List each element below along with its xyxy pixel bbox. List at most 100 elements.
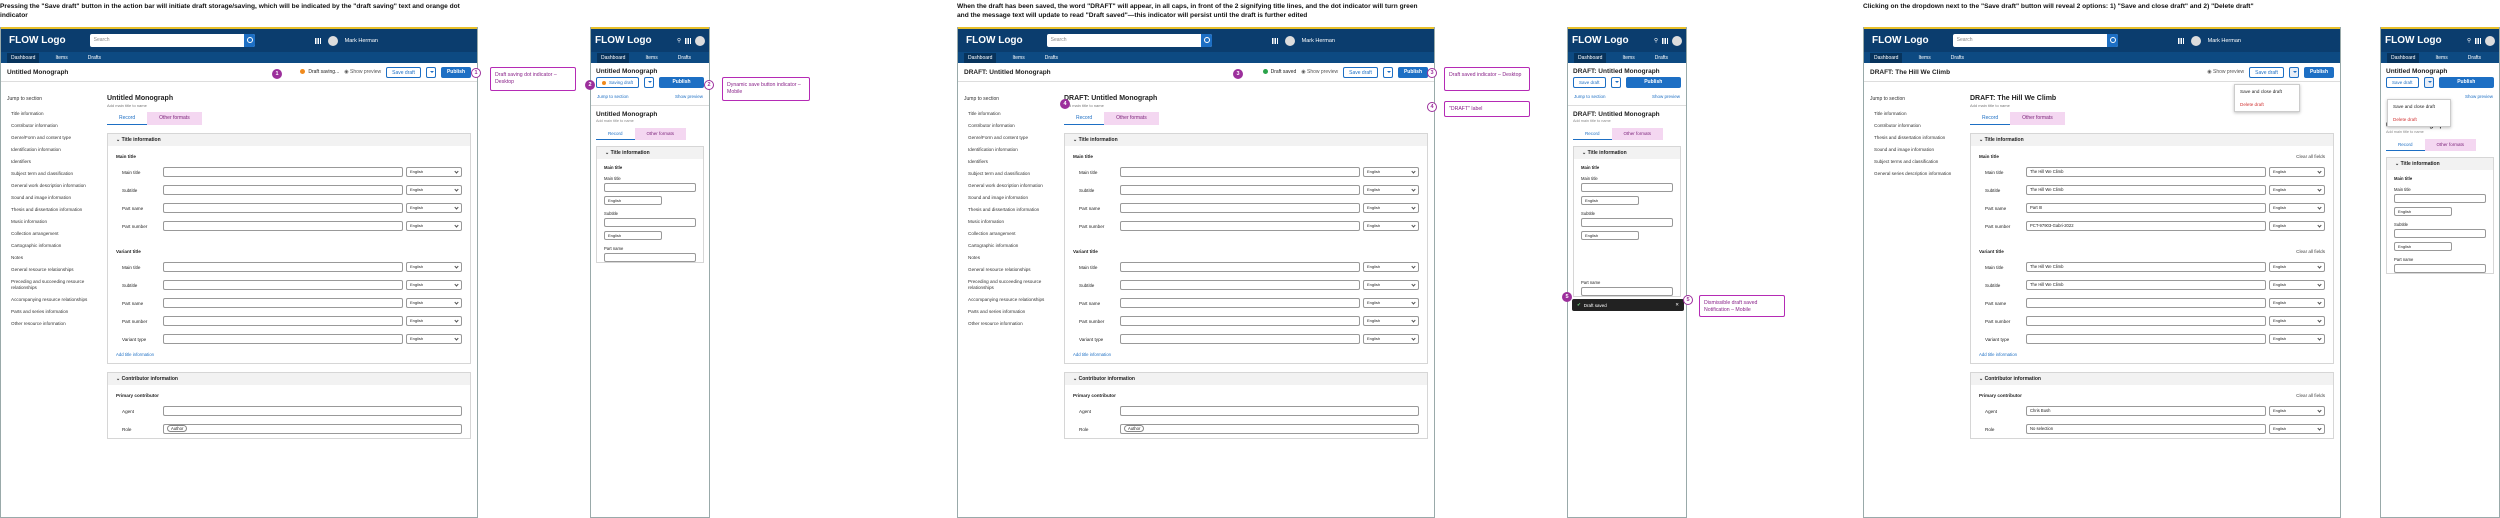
sidebar-item[interactable]: Collection arrangement [958,228,1058,240]
m2-nav-items[interactable]: Items [1618,53,1638,63]
m-tab-record[interactable]: Record [596,128,635,140]
field-input[interactable] [1120,167,1360,177]
show-preview-link-2[interactable]: ◉ Show preview [1301,69,1338,75]
m3-tab-other[interactable]: Other formats [2424,139,2477,151]
role-field-3[interactable]: No selection [2026,424,2266,434]
language-select[interactable]: English [406,221,462,231]
sidebar-item[interactable]: General work description information [1,180,101,192]
agent-field[interactable] [163,406,462,416]
nav-drafts-2[interactable]: Drafts [1041,53,1062,63]
m3-main-title-input[interactable] [2394,194,2486,203]
sidebar-item[interactable]: Contributor information [1,120,101,132]
m3-nav-drafts[interactable]: Drafts [2464,53,2485,63]
save-draft-dropdown-icon-3[interactable] [2288,66,2299,78]
field-input[interactable] [2026,334,2266,344]
nav-dashboard[interactable]: Dashboard [7,52,40,63]
field-input[interactable] [2026,316,2266,326]
user-name[interactable]: Mark Herman [345,38,378,44]
toast-close-icon[interactable]: ✕ [1675,302,1679,308]
m3-preview-link[interactable]: Show preview [2465,94,2493,99]
nav-items-3[interactable]: Items [1914,53,1934,63]
sidebar-item[interactable]: Title information [1,108,101,120]
show-preview-link-3[interactable]: ◉ Show preview [2207,69,2244,75]
language-select[interactable]: English [1363,185,1419,195]
user-name-3[interactable]: Mark Herman [2208,38,2241,44]
language-select[interactable]: English [406,280,462,290]
language-select[interactable]: English [2269,262,2325,272]
language-select[interactable]: English [2269,280,2325,290]
sidebar-item[interactable]: Subject terms and classification [1864,156,1964,168]
nav-items-2[interactable]: Items [1008,53,1028,63]
language-select[interactable]: English [2269,298,2325,308]
m2-save-draft-button[interactable]: Save draft [1573,77,1606,88]
apps-grid-icon[interactable] [314,37,321,44]
m-tab-other[interactable]: Other formats [634,128,687,140]
publish-button-3[interactable]: Publish [2303,66,2334,78]
field-input[interactable] [1120,262,1360,272]
user-name-2[interactable]: Mark Herman [1302,38,1335,44]
m3-apps-icon[interactable] [2475,37,2481,44]
sidebar-item[interactable]: Collection arrangement [1,228,101,240]
m3-publish-button[interactable]: Publish [2438,77,2494,88]
m3-tab-record[interactable]: Record [2386,139,2425,151]
m2-apps-icon[interactable] [1662,37,1668,44]
m-part-name-input[interactable] [604,253,696,262]
tab-record-3[interactable]: Record [1970,112,2011,125]
tab-other-2[interactable]: Other formats [1104,112,1159,125]
m2-main-title-input[interactable] [1581,183,1673,192]
role-field[interactable]: Author [163,424,462,434]
language-select[interactable]: English [2269,316,2325,326]
sidebar-item[interactable]: Subject term and classification [1,168,101,180]
search-icon-3[interactable] [2106,34,2118,47]
field-input[interactable] [1120,221,1360,231]
m-nav-drafts[interactable]: Drafts [674,53,695,63]
m-lang-select-2[interactable]: English [604,231,662,240]
search-input[interactable]: Search [89,34,255,47]
field-input[interactable] [163,167,403,177]
sidebar-item[interactable]: General work description information [958,180,1058,192]
sidebar-item[interactable]: Title information [958,108,1058,120]
language-select[interactable]: English [406,203,462,213]
m2-lang-select-2[interactable]: English [1581,231,1639,240]
add-title-link-3[interactable]: Add title information [1979,352,2325,357]
sidebar-item[interactable]: Other resource information [958,318,1058,330]
sidebar-item[interactable]: Parts and series information [958,306,1058,318]
m3-nav-dashboard[interactable]: Dashboard [2387,52,2420,63]
language-select[interactable]: English [2269,221,2325,231]
field-input[interactable] [1120,298,1360,308]
field-input[interactable] [163,298,403,308]
save-draft-button-2[interactable]: Save draft [1343,66,1378,78]
m3-part-name-input[interactable] [2394,264,2486,273]
language-select[interactable]: English [406,262,462,272]
sidebar-item[interactable]: Sound and image information [1864,144,1964,156]
sidebar-item[interactable]: Identifiers [1,156,101,168]
language-select[interactable]: English [1363,334,1419,344]
nav-dashboard-3[interactable]: Dashboard [1870,52,1903,63]
sidebar-item[interactable]: General series description information [1864,168,1964,180]
language-select[interactable]: English [2269,185,2325,195]
nav-items[interactable]: Items [51,53,71,63]
mobile-avatar[interactable] [695,35,705,46]
save-draft-dropdown-icon[interactable] [425,66,436,78]
m3-subtitle-input[interactable] [2394,229,2486,238]
field-input[interactable] [1120,203,1360,213]
sidebar-item[interactable]: Identification information [958,144,1058,156]
m2-nav-drafts[interactable]: Drafts [1651,53,1672,63]
m3-delete-draft-option[interactable]: Delete draft [2388,113,2450,126]
m3-title-section-header[interactable]: ⌄ Title information [2387,158,2493,170]
field-input[interactable] [1120,185,1360,195]
save-draft-button-3[interactable]: Save draft [2249,66,2284,78]
mobile-apps-icon[interactable] [685,37,691,44]
m3-save-draft-button[interactable]: Save draft [2386,77,2419,88]
sidebar-item[interactable]: Parts and series information [1,306,101,318]
field-input[interactable] [1120,280,1360,290]
m2-nav-dashboard[interactable]: Dashboard [1574,52,1607,63]
sidebar-item[interactable]: Contributor information [1864,120,1964,132]
mobile-save-dropdown-icon[interactable] [644,77,655,88]
clear-all-link-2[interactable]: Clear all fields [2296,249,2325,254]
sidebar-item[interactable]: Genre/Form and content type [958,132,1058,144]
search-input-2[interactable]: Search [1046,34,1212,47]
m3-lang-select[interactable]: English [2394,207,2452,216]
sidebar-item[interactable]: General resource relationships [1,264,101,276]
sidebar-item[interactable]: Notes [958,252,1058,264]
